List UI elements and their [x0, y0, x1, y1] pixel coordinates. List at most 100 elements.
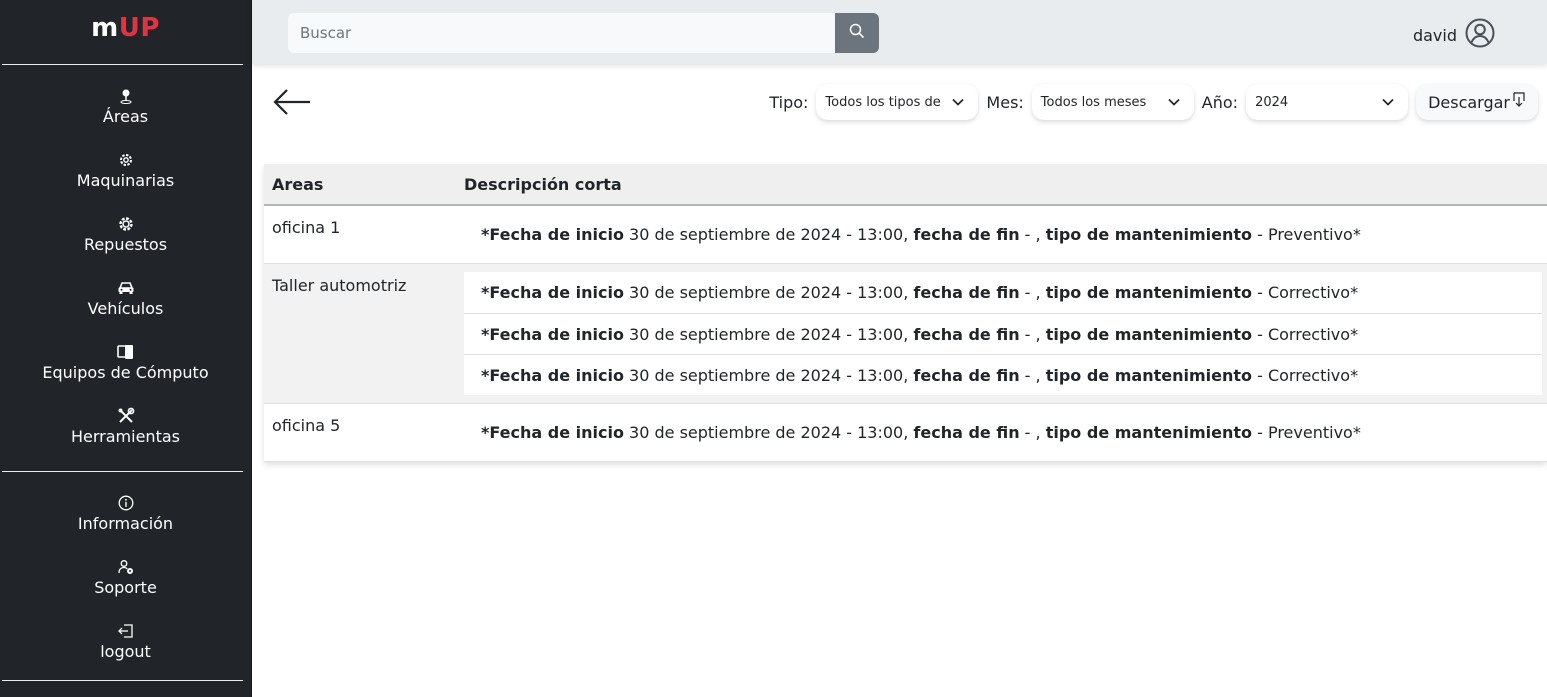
row-descriptions: * Fecha de inicio 30 de septiembre de 202… — [464, 264, 1547, 403]
end-label: fecha de fin — [913, 365, 1020, 385]
search-input[interactable] — [288, 13, 835, 53]
end-value: - , — [1019, 225, 1046, 244]
row-area: oficina 5 — [272, 416, 341, 435]
end-value: - , — [1019, 423, 1046, 442]
row-descriptions: * Fecha de inicio 30 de septiembre de 202… — [464, 404, 1547, 461]
anio-select[interactable]: 2024 — [1246, 84, 1409, 120]
logo-prefix: m — [91, 13, 119, 43]
description-item: * Fecha de inicio 30 de septiembre de 202… — [464, 313, 1542, 354]
anio-label: Año: — [1201, 92, 1239, 112]
sidebar-item-label: Áreas — [102, 107, 149, 126]
sidebar-item-label: Herramientas — [71, 427, 180, 446]
gear-icon — [118, 149, 134, 171]
search-group — [288, 13, 879, 53]
desc-suffix: * — [1350, 365, 1359, 385]
tipo-label: Tipo: — [769, 92, 809, 112]
info-icon — [118, 492, 134, 514]
app-logo[interactable]: m UP — [0, 0, 251, 64]
desc-prefix: * — [481, 423, 490, 442]
mes-select[interactable]: Todos los meses — [1031, 84, 1194, 120]
tipo-select-value: Todos los tipos de — [825, 94, 941, 110]
sidebar-secondary-nav: Información Soporte logout — [0, 472, 251, 684]
type-value: - Correctivo — [1252, 365, 1351, 385]
logout-icon — [117, 620, 135, 642]
user-menu[interactable]: david — [1413, 18, 1495, 52]
cog-icon — [118, 213, 134, 235]
start-label: Fecha de inicio — [489, 225, 624, 244]
start-value: 30 de septiembre de 2024 - 13:00, — [623, 283, 914, 302]
end-value: - , — [1019, 283, 1046, 302]
row-area: oficina 1 — [272, 218, 341, 237]
description-item: * Fecha de inicio 30 de septiembre de 202… — [464, 354, 1542, 395]
tools-icon — [117, 405, 135, 427]
desc-prefix: * — [481, 324, 490, 344]
car-icon — [117, 277, 135, 299]
sidebar-divider — [2, 680, 243, 681]
sidebar-item-informacion[interactable]: Información — [0, 492, 251, 556]
type-value: - Preventivo — [1252, 423, 1353, 442]
search-icon — [849, 23, 865, 43]
type-label: tipo de mantenimiento — [1045, 423, 1253, 442]
sidebar-item-logout[interactable]: logout — [0, 620, 251, 684]
sidebar-item-repuestos[interactable]: Repuestos — [0, 213, 251, 277]
start-label: Fecha de inicio — [489, 365, 624, 385]
anio-select-value: 2024 — [1255, 94, 1289, 110]
user-name: david — [1412, 25, 1457, 45]
desc-suffix: * — [1352, 423, 1361, 442]
download-label: Descargar — [1428, 92, 1510, 112]
desc-suffix: * — [1350, 324, 1359, 344]
start-label: Fecha de inicio — [489, 283, 624, 302]
description-item: * Fecha de inicio 30 de septiembre de 202… — [464, 412, 1542, 453]
end-label: fecha de fin — [913, 225, 1020, 244]
filters-bar: Tipo: Todos los tipos de Mes: Todos los … — [769, 84, 1538, 120]
support-icon — [117, 556, 134, 578]
devices-icon — [116, 341, 135, 363]
type-value: - Correctivo — [1252, 283, 1351, 302]
description-item: * Fecha de inicio 30 de septiembre de 202… — [464, 214, 1542, 255]
sidebar-item-label: logout — [100, 642, 151, 661]
sidebar-item-areas[interactable]: Áreas — [0, 85, 251, 149]
top-bar: david — [252, 0, 1547, 64]
type-label: tipo de mantenimiento — [1045, 324, 1253, 344]
tipo-select[interactable]: Todos los tipos de — [816, 84, 979, 120]
type-label: tipo de mantenimiento — [1045, 283, 1253, 302]
mes-select-value: Todos los meses — [1040, 94, 1147, 110]
sidebar-item-maquinarias[interactable]: Maquinarias — [0, 149, 251, 213]
table-row: oficina 5 * Fecha de inicio 30 de septiemb… — [264, 404, 1547, 462]
end-label: fecha de fin — [913, 324, 1020, 344]
start-value: 30 de septiembre de 2024 - 13:00, — [623, 365, 914, 385]
start-value: 30 de septiembre de 2024 - 13:00, — [623, 423, 914, 442]
sidebar-item-label: Información — [77, 514, 174, 533]
table-row: Taller automotriz * Fecha de inicio 30 de … — [264, 264, 1547, 404]
sidebar: m UP Áreas Maquinarias Repuestos Vehículo — [0, 0, 252, 697]
chevron-down-icon — [1168, 95, 1180, 110]
desc-prefix: * — [481, 283, 490, 302]
column-header-descripcion: Descripción corta — [464, 174, 622, 194]
type-value: - Correctivo — [1252, 324, 1351, 344]
sidebar-item-label: Equipos de Cómputo — [42, 363, 209, 382]
pin-icon — [119, 85, 133, 107]
back-button[interactable] — [272, 86, 312, 118]
desc-suffix: * — [1350, 283, 1359, 302]
sidebar-item-equipos[interactable]: Equipos de Cómputo — [0, 341, 251, 405]
row-descriptions: * Fecha de inicio 30 de septiembre de 202… — [464, 206, 1547, 263]
chevron-down-icon — [1382, 95, 1394, 110]
sidebar-item-soporte[interactable]: Soporte — [0, 556, 251, 620]
end-value: - , — [1019, 365, 1046, 385]
end-label: fecha de fin — [913, 423, 1020, 442]
mes-label: Mes: — [986, 92, 1024, 112]
sidebar-item-vehiculos[interactable]: Vehículos — [0, 277, 251, 341]
start-label: Fecha de inicio — [489, 324, 624, 344]
table-header: Areas Descripción corta — [264, 164, 1547, 206]
download-button[interactable]: Descargar — [1416, 84, 1538, 120]
table-row: oficina 1 * Fecha de inicio 30 de septiemb… — [264, 206, 1547, 264]
start-label: Fecha de inicio — [489, 423, 624, 442]
desc-prefix: * — [481, 365, 490, 385]
maintenance-table: Areas Descripción corta oficina 1 * Fecha … — [264, 164, 1547, 462]
sidebar-nav: Áreas Maquinarias Repuestos Vehículos Eq… — [0, 65, 251, 469]
search-button[interactable] — [835, 13, 879, 53]
download-icon — [1512, 92, 1526, 112]
desc-suffix: * — [1352, 225, 1361, 244]
arrow-left-icon — [272, 89, 312, 122]
sidebar-item-herramientas[interactable]: Herramientas — [0, 405, 251, 469]
